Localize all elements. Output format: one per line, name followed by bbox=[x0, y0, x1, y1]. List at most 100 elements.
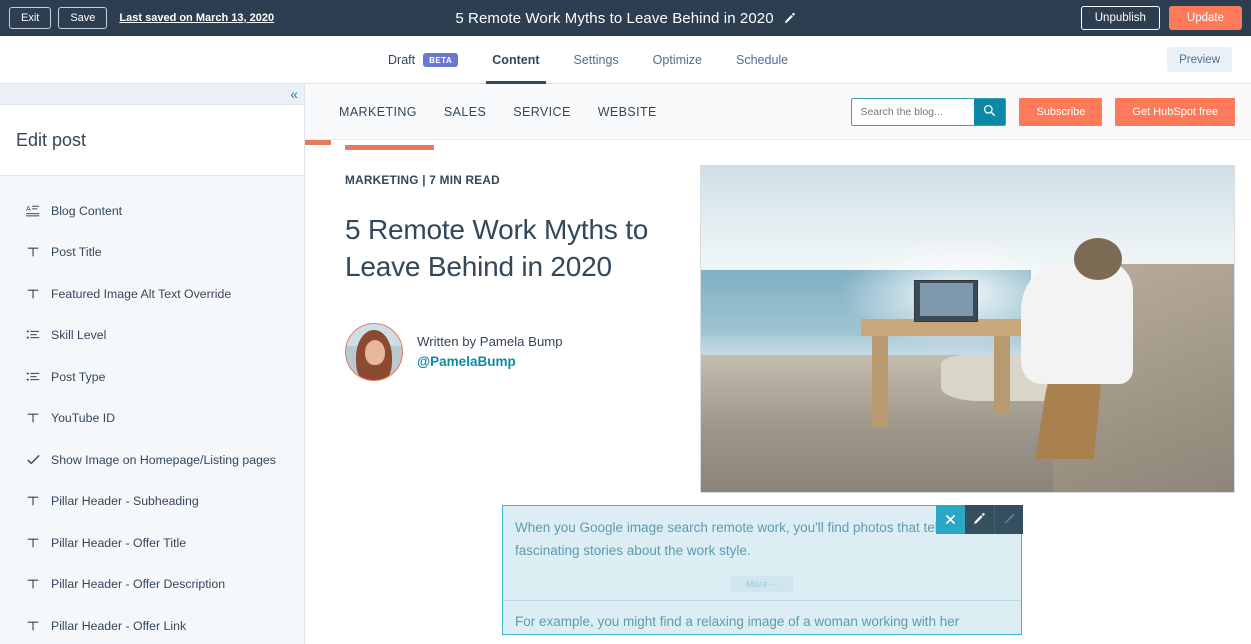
subscribe-button[interactable]: Subscribe bbox=[1019, 97, 1103, 126]
blog-post-body: MARKETING | 7 MIN READ 5 Remote Work Myt… bbox=[305, 153, 1251, 493]
avatar bbox=[345, 323, 403, 382]
sidebar-item-label: YouTube ID bbox=[51, 411, 116, 426]
body-paragraph-2[interactable]: For example, you might find a relaxing i… bbox=[515, 601, 1009, 634]
sidebar-title: Edit post bbox=[16, 129, 87, 150]
blog-search[interactable] bbox=[851, 97, 1007, 126]
text-icon bbox=[26, 411, 48, 425]
unpublish-button[interactable]: Unpublish bbox=[1080, 6, 1160, 30]
rich-text-icon: A bbox=[26, 204, 48, 218]
sidebar-item-pillar-offer-title[interactable]: Pillar Header - Offer Title bbox=[0, 522, 304, 564]
paintbrush-icon[interactable] bbox=[993, 504, 1023, 534]
search-icon bbox=[983, 104, 996, 120]
tab-content-label: Content bbox=[492, 52, 540, 67]
text-icon bbox=[26, 245, 48, 259]
last-saved-label[interactable]: Last saved on March 13, 2020 bbox=[119, 12, 274, 24]
sidebar-item-label: Post Title bbox=[51, 245, 102, 260]
post-kicker: MARKETING | 7 MIN READ bbox=[345, 173, 500, 187]
sidebar-item-label: Show Image on Homepage/Listing pages bbox=[51, 452, 276, 467]
sidebar-item-pillar-offer-link[interactable]: Pillar Header - Offer Link bbox=[0, 605, 304, 644]
post-preview-pane: MARKETING SALES SERVICE WEBSITE Subscrib… bbox=[305, 84, 1251, 644]
page-title: 5 Remote Work Myths to Leave Behind in 2… bbox=[455, 9, 774, 27]
tab-optimize[interactable]: Optimize bbox=[636, 36, 719, 84]
blog-nav-marketing[interactable]: MARKETING bbox=[339, 105, 417, 119]
sidebar-item-youtube-id[interactable]: YouTube ID bbox=[0, 398, 304, 440]
sidebar-item-post-type[interactable]: Post Type bbox=[0, 356, 304, 398]
author-written-by: Written by Pamela Bump bbox=[417, 333, 563, 349]
sidebar-item-show-image-homepage[interactable]: Show Image on Homepage/Listing pages bbox=[0, 439, 304, 481]
text-icon bbox=[26, 577, 48, 591]
sidebar-collapse-row: « bbox=[0, 84, 304, 105]
selected-rich-text-module[interactable]: When you Google image search remote work… bbox=[502, 504, 1023, 636]
text-icon bbox=[26, 536, 48, 550]
tab-settings-label: Settings bbox=[573, 52, 619, 67]
tab-settings[interactable]: Settings bbox=[557, 36, 636, 84]
sidebar-item-label: Skill Level bbox=[51, 328, 107, 343]
tab-optimize-label: Optimize bbox=[652, 52, 702, 67]
featured-image[interactable] bbox=[700, 165, 1235, 493]
author-handle[interactable]: @PamelaBump bbox=[417, 352, 563, 373]
checkmark-icon bbox=[26, 452, 48, 467]
blog-nav-actions: Subscribe Get HubSpot free bbox=[851, 97, 1235, 126]
sidebar-field-list: A Blog Content Post Title Featured Image… bbox=[0, 176, 304, 644]
top-actions: Unpublish Update bbox=[1080, 6, 1242, 30]
sidebar-item-pillar-subheading[interactable]: Pillar Header - Subheading bbox=[0, 481, 304, 523]
text-icon bbox=[26, 287, 48, 301]
more-label: More bbox=[745, 579, 768, 590]
search-button[interactable] bbox=[974, 98, 1006, 125]
get-hubspot-free-button[interactable]: Get HubSpot free bbox=[1115, 97, 1235, 126]
blog-navigation-bar: MARKETING SALES SERVICE WEBSITE Subscrib… bbox=[305, 84, 1251, 140]
featured-image-column bbox=[700, 161, 1235, 493]
exit-button[interactable]: Exit bbox=[9, 7, 52, 29]
sidebar-item-label: Featured Image Alt Text Override bbox=[51, 286, 232, 301]
accent-bar-main bbox=[345, 145, 434, 150]
sidebar-item-label: Blog Content bbox=[51, 203, 123, 218]
accent-bar-left bbox=[305, 140, 331, 145]
sidebar-item-post-title[interactable]: Post Title bbox=[0, 232, 304, 274]
main-area: « Edit post A Blog Content Post Title Fe… bbox=[0, 84, 1251, 644]
svg-text:A: A bbox=[26, 206, 31, 213]
draft-status: Draft BETA bbox=[388, 36, 475, 84]
sidebar-item-label: Pillar Header - Subheading bbox=[51, 494, 199, 509]
sidebar-header: Edit post bbox=[0, 105, 304, 176]
post-author: Written by Pamela Bump @PamelaBump bbox=[345, 323, 690, 382]
tab-content[interactable]: Content bbox=[475, 36, 556, 84]
tabs-container: Draft BETA Content Settings Optimize Sch… bbox=[388, 36, 805, 84]
list-icon bbox=[26, 328, 48, 342]
sidebar-item-featured-image-alt[interactable]: Featured Image Alt Text Override bbox=[0, 273, 304, 315]
more-dots: ··· bbox=[767, 579, 779, 590]
close-icon[interactable] bbox=[935, 504, 965, 534]
accent-strip bbox=[305, 140, 1251, 153]
draft-label: Draft bbox=[388, 52, 416, 67]
preview-button[interactable]: Preview bbox=[1167, 47, 1232, 72]
top-toolbar: Exit Save Last saved on March 13, 2020 5… bbox=[0, 0, 1251, 36]
blog-nav-service[interactable]: SERVICE bbox=[513, 105, 570, 119]
post-header-column: MARKETING | 7 MIN READ 5 Remote Work Myt… bbox=[345, 161, 690, 493]
sidebar-item-label: Pillar Header - Offer Description bbox=[51, 577, 226, 592]
text-icon bbox=[26, 494, 48, 508]
blog-nav-website[interactable]: WEBSITE bbox=[598, 105, 657, 119]
blog-nav-sales[interactable]: SALES bbox=[444, 105, 486, 119]
beta-badge: BETA bbox=[423, 52, 459, 67]
tab-schedule[interactable]: Schedule bbox=[719, 36, 805, 84]
post-title[interactable]: 5 Remote Work Myths to Leave Behind in 2… bbox=[345, 211, 690, 285]
chevron-double-left-icon[interactable]: « bbox=[290, 87, 298, 101]
pencil-icon[interactable] bbox=[783, 12, 796, 25]
save-button[interactable]: Save bbox=[58, 7, 108, 29]
sidebar-item-skill-level[interactable]: Skill Level bbox=[0, 315, 304, 357]
pencil-icon[interactable] bbox=[964, 504, 994, 534]
sidebar-item-pillar-offer-description[interactable]: Pillar Header - Offer Description bbox=[0, 564, 304, 606]
sidebar-item-blog-content[interactable]: A Blog Content bbox=[0, 190, 304, 232]
author-text: Written by Pamela Bump @PamelaBump bbox=[417, 332, 563, 373]
editor-tab-bar: Draft BETA Content Settings Optimize Sch… bbox=[0, 36, 1251, 84]
blog-nav-links: MARKETING SALES SERVICE WEBSITE bbox=[339, 105, 657, 119]
text-icon bbox=[26, 619, 48, 633]
edit-sidebar: « Edit post A Blog Content Post Title Fe… bbox=[0, 84, 305, 644]
tab-schedule-label: Schedule bbox=[736, 52, 789, 67]
more-button[interactable]: More··· bbox=[731, 576, 793, 593]
module-selection-toolbar bbox=[935, 504, 1023, 534]
list-icon bbox=[26, 370, 48, 384]
sidebar-item-label: Pillar Header - Offer Link bbox=[51, 618, 187, 633]
search-input[interactable] bbox=[852, 98, 975, 125]
update-button[interactable]: Update bbox=[1168, 6, 1242, 30]
sidebar-item-label: Pillar Header - Offer Title bbox=[51, 535, 187, 550]
